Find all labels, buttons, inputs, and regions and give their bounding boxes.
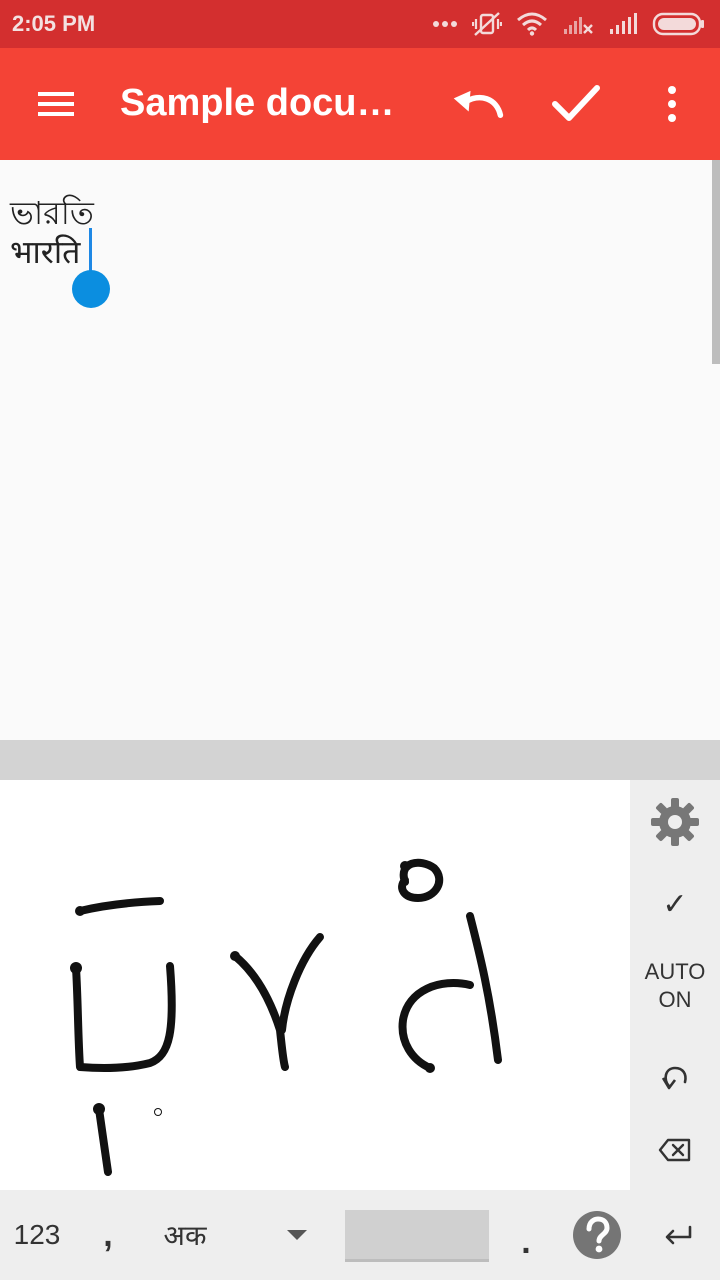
comma-key[interactable]: , [88, 1190, 128, 1280]
language-key[interactable]: अक [140, 1190, 230, 1280]
backspace-button[interactable] [630, 1130, 720, 1170]
status-icons [432, 10, 706, 38]
auto-toggle-button[interactable]: AUTO ON [630, 956, 720, 1016]
signal-icon [610, 13, 637, 34]
handwriting-strokes [70, 858, 502, 1176]
keyboard-divider [0, 740, 720, 780]
menu-icon [38, 92, 74, 116]
auto-label: AUTO [644, 959, 706, 984]
app-bar: Sample docum… [0, 48, 720, 160]
undo-button[interactable] [450, 76, 506, 132]
accept-button[interactable]: ✓ [630, 880, 720, 928]
handwriting-canvas[interactable] [0, 780, 630, 1190]
help-button[interactable] [566, 1190, 628, 1280]
vibrate-off-icon [472, 12, 502, 36]
undo-stroke-button[interactable] [630, 1056, 720, 1096]
undo-icon [453, 90, 504, 118]
period-key[interactable]: . [508, 1190, 544, 1280]
more-vert-icon [668, 86, 676, 122]
wifi-icon [517, 12, 547, 36]
space-key[interactable] [345, 1210, 489, 1262]
status-time: 2:05 PM [12, 11, 96, 36]
signal-x-icon [564, 17, 593, 34]
enter-icon [665, 1225, 692, 1245]
battery-icon [652, 12, 704, 36]
enter-key[interactable] [650, 1190, 706, 1280]
auto-state-label: ON [658, 987, 692, 1012]
document-line: भारति [10, 233, 81, 271]
menu-button[interactable] [28, 76, 84, 132]
text-caret [89, 228, 92, 272]
caret-handle[interactable] [72, 270, 110, 308]
more-options-button[interactable] [644, 76, 700, 132]
document-title: Sample docum… [120, 82, 420, 124]
document-editor[interactable]: ভারতি भारति [0, 160, 720, 740]
settings-button[interactable] [630, 794, 720, 850]
gear-icon [651, 798, 699, 846]
keyboard-bottom-row: 123 , अक . [0, 1190, 720, 1280]
dropdown-arrow-icon [287, 1230, 307, 1240]
undo-small-icon [661, 1066, 687, 1090]
done-button[interactable] [548, 76, 604, 132]
status-bar: 2:05 PM [0, 0, 720, 48]
scrollbar-thumb[interactable] [712, 160, 720, 364]
language-dropdown-button[interactable] [280, 1190, 314, 1280]
check-icon [552, 85, 600, 121]
more-dots-icon [433, 21, 457, 27]
help-icon [573, 1211, 621, 1259]
numbers-key[interactable]: 123 [0, 1190, 74, 1280]
backspace-icon [658, 1138, 691, 1162]
handwriting-side-panel: ✓ AUTO ON [630, 780, 720, 1190]
